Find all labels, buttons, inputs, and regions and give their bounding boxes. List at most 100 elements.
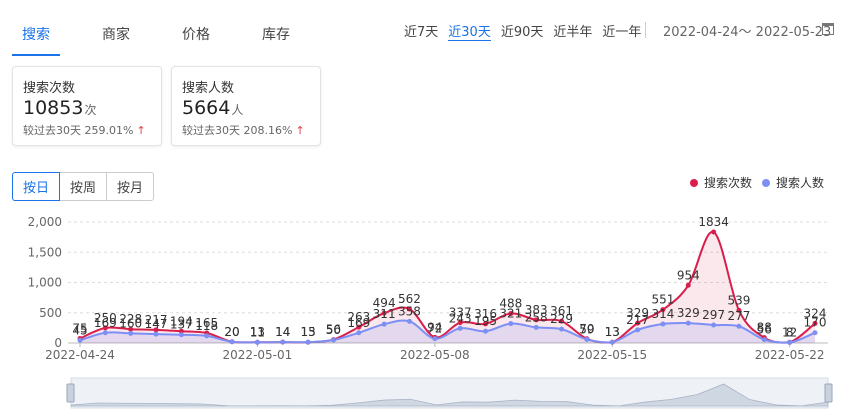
data-point	[432, 334, 438, 340]
data-label: 75	[72, 321, 87, 335]
data-point	[609, 339, 615, 345]
data-point	[584, 336, 590, 342]
metric-number: 10853	[23, 97, 84, 119]
legend-item-series2[interactable]: 搜索人数	[762, 174, 824, 191]
data-point	[128, 330, 134, 336]
data-label: 311	[373, 307, 396, 321]
data-label: 1834	[698, 215, 729, 229]
data-point	[508, 321, 514, 327]
data-point	[483, 321, 489, 327]
data-point	[559, 318, 565, 324]
arrow-up-icon: ↑	[295, 124, 305, 137]
data-point	[761, 337, 767, 343]
y-tick-label: 1,000	[28, 276, 62, 290]
zoom-handle-left	[66, 383, 75, 403]
data-label: 243	[449, 311, 472, 325]
data-label: 8	[786, 326, 794, 340]
data-point	[787, 340, 793, 346]
trend-chart: 0 500 1,000 1,500 2,000 2022-04-24 2022-05-01 2…	[28, 215, 833, 409]
series-line	[79, 231, 816, 344]
data-point	[204, 333, 210, 339]
data-label: 329	[677, 306, 700, 320]
data-point	[178, 328, 184, 334]
data-label: 56	[326, 323, 341, 337]
x-tick-label: 2022-04-24	[45, 348, 115, 362]
data-point	[685, 282, 691, 288]
range-1y[interactable]: 近一年	[602, 21, 641, 41]
range-half-year[interactable]: 近半年	[553, 21, 592, 41]
zoom-slider-preview	[70, 383, 829, 407]
tab-search[interactable]: 搜索	[12, 14, 60, 56]
data-label: 20	[224, 325, 239, 339]
data-point	[483, 328, 489, 334]
data-point	[254, 339, 260, 345]
metric-unit: 人	[231, 103, 244, 117]
data-label: 14	[275, 325, 290, 339]
arrow-up-icon: ↑	[136, 124, 146, 137]
data-point	[77, 335, 83, 341]
data-point	[102, 325, 108, 331]
data-point	[635, 327, 641, 333]
zoom-slider-track	[70, 377, 829, 409]
data-label: 217	[626, 313, 649, 327]
data-point	[229, 339, 235, 345]
data-label: 383	[525, 303, 548, 317]
y-tick-label: 0	[54, 336, 62, 350]
data-point	[178, 332, 184, 338]
data-label: 195	[474, 314, 497, 328]
data-point	[381, 310, 387, 316]
data-label: 263	[347, 310, 370, 324]
range-7d[interactable]: 近7天	[404, 21, 438, 41]
data-label: 361	[550, 304, 573, 318]
zoom-handle-right	[824, 383, 833, 403]
data-point	[356, 330, 362, 336]
data-label: 321	[499, 307, 522, 321]
data-point	[330, 337, 336, 343]
metric-number: 5664	[182, 97, 231, 119]
data-label: 258	[525, 310, 548, 324]
compare-text: 较过去30天 208.16%	[182, 124, 293, 137]
data-point	[406, 318, 412, 324]
divider	[645, 22, 646, 38]
data-label: 11	[250, 325, 265, 339]
granularity-week-button[interactable]: 按周	[59, 172, 108, 201]
y-tick-label: 2,000	[28, 215, 62, 229]
range-90d[interactable]: 近90天	[501, 21, 544, 41]
legend-label: 搜索人数	[776, 176, 825, 190]
data-point	[559, 326, 565, 332]
data-point	[457, 320, 463, 326]
data-point	[305, 339, 311, 345]
series-line	[79, 319, 816, 344]
data-label: 13	[605, 325, 620, 339]
data-point	[457, 325, 463, 331]
tab-price[interactable]: 价格	[172, 14, 220, 54]
metric-label: 搜索人数	[182, 81, 235, 96]
data-label: 45	[72, 323, 87, 337]
granularity-toggle: 按日 按周 按月	[12, 172, 155, 201]
data-point	[280, 339, 286, 345]
range-30d[interactable]: 近30天	[448, 21, 491, 41]
data-label: 494	[373, 296, 396, 310]
data-label: 169	[347, 316, 370, 330]
data-point	[812, 320, 818, 326]
data-label: 160	[119, 316, 142, 330]
data-label: 250	[94, 311, 117, 325]
data-point	[356, 324, 362, 330]
data-point	[812, 330, 818, 336]
date-range-display[interactable]: 2022-04-24～ 2022-05-23	[663, 21, 831, 40]
granularity-day-button[interactable]: 按日	[12, 172, 61, 201]
data-label: 297	[702, 308, 725, 322]
data-point	[584, 336, 590, 342]
data-label: 13	[250, 325, 265, 339]
data-label: 954	[677, 268, 700, 282]
calendar-icon[interactable]	[822, 23, 834, 35]
data-label: 562	[398, 292, 421, 306]
data-point	[635, 320, 641, 326]
tab-merchant[interactable]: 商家	[92, 14, 140, 54]
data-point	[77, 337, 83, 343]
data-label: 14	[275, 325, 290, 339]
main-tabs: 搜索 商家 价格 库存	[12, 14, 300, 56]
granularity-month-button[interactable]: 按月	[106, 172, 155, 201]
legend-item-series1[interactable]: 搜索次数	[690, 174, 752, 191]
tab-inventory[interactable]: 库存	[252, 14, 300, 54]
